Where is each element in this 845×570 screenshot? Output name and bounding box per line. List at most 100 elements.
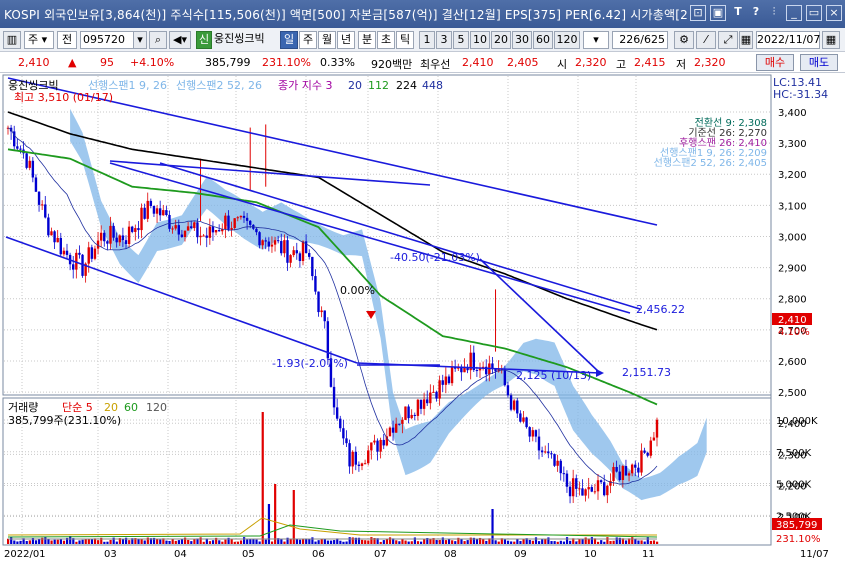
search-icon[interactable]: ⌕ — [149, 31, 167, 49]
volume-bar — [522, 539, 525, 544]
save-icon[interactable]: ▣ — [710, 5, 726, 21]
volume-bar — [208, 541, 212, 544]
sound-icon[interactable]: ◀▾ — [169, 31, 191, 49]
interval-input[interactable]: ▾ — [583, 31, 609, 49]
prev-button[interactable]: 전 — [57, 31, 77, 49]
candle-body — [335, 407, 339, 419]
volume-bar — [255, 539, 258, 544]
candle-body — [634, 464, 637, 468]
interval-60[interactable]: 60 — [533, 31, 553, 49]
interval-3[interactable]: 3 — [436, 31, 452, 49]
volume-bar — [97, 540, 100, 544]
stock-name: 웅진씽크빅 — [214, 32, 265, 45]
volume-bar — [444, 540, 448, 544]
candle-body — [31, 160, 35, 178]
high-price: 2,415 — [634, 56, 666, 69]
low-annotation: 2,125 (10/13) — [516, 369, 591, 382]
date-input[interactable]: 2022/11/07 — [756, 31, 820, 49]
x-tick-label: 06 — [312, 549, 325, 560]
x-tick-label: 08 — [444, 549, 457, 560]
candle-body — [59, 237, 62, 255]
volume-tag-text: 385,799 — [776, 520, 817, 531]
restore-icon[interactable]: ▭ — [806, 5, 822, 21]
draw-icon[interactable]: ⁄ — [696, 31, 716, 49]
font-icon[interactable]: T — [730, 5, 746, 21]
candle-body — [249, 220, 252, 225]
candle-body — [534, 430, 538, 437]
vol-tick-label: 10,000K — [776, 416, 818, 427]
sell-button[interactable]: 매도 — [800, 54, 838, 71]
candle-body — [512, 400, 516, 410]
candle-body — [550, 453, 553, 455]
volume-bar — [569, 540, 572, 544]
help-icon[interactable]: ? — [748, 5, 764, 21]
new-badge: 신 — [196, 31, 212, 49]
close-icon[interactable]: × — [826, 5, 842, 21]
price-bar: 2,410 ▲ 95 +4.10% 385,799 231.10% 0.33% … — [0, 52, 845, 73]
best-ask-price: 2,410 — [462, 56, 494, 69]
drop-annotation: -1.93(-2.07%) — [272, 357, 348, 370]
period-second[interactable]: 초 — [377, 31, 395, 49]
stock-chart[interactable]: 3,4003,3003,2003,1003,0002,9002,8002,700… — [0, 73, 845, 567]
candle-body — [93, 248, 97, 259]
title-bar: KOSPI 외국인보유[3,864(천)] 주식수[115,506(천)] 액면… — [0, 0, 845, 28]
volume-bar — [168, 540, 171, 544]
volume-bar — [590, 537, 593, 544]
candle-body — [519, 413, 522, 422]
candle-body — [121, 235, 125, 241]
zoom-icon[interactable]: ⤢ — [718, 31, 738, 49]
candle-body — [506, 385, 510, 396]
price-change-pct: +4.10% — [130, 56, 175, 69]
volume-bar — [485, 540, 488, 544]
candle-body — [370, 442, 373, 451]
pin-icon[interactable]: ⫶ — [766, 5, 782, 21]
interval-20[interactable]: 20 — [491, 31, 511, 49]
candle-body — [53, 231, 56, 243]
market-select[interactable]: 주 ▾ — [24, 31, 54, 49]
minimize-icon[interactable]: _ — [786, 5, 802, 21]
volume-bar — [13, 540, 16, 544]
period-minute[interactable]: 분 — [358, 31, 376, 49]
up-arrow-icon: ▲ — [68, 56, 77, 69]
candle-body — [509, 395, 513, 410]
calendar-icon[interactable]: ▦ — [739, 31, 753, 49]
candle-body — [283, 240, 286, 254]
period-day[interactable]: 일 — [280, 31, 298, 49]
stock-code-input[interactable]: 095720 — [80, 31, 134, 49]
period-tick[interactable]: 틱 — [396, 31, 414, 49]
candle-body — [413, 414, 416, 416]
volume-bar — [562, 541, 566, 544]
chart-type-icon[interactable]: ▥ — [3, 31, 21, 49]
window-icon[interactable]: ⊡ — [690, 5, 706, 21]
calendar-picker-icon[interactable]: ▦ — [822, 31, 840, 49]
candle-body — [295, 250, 298, 254]
period-year[interactable]: 년 — [337, 31, 355, 49]
volume-bar — [534, 537, 538, 544]
settings-icon[interactable]: ⚙ — [674, 31, 694, 49]
period-week[interactable]: 주 — [299, 31, 317, 49]
interval-30[interactable]: 30 — [512, 31, 532, 49]
volume-bar — [333, 540, 336, 544]
dropdown-icon[interactable]: ▾ — [133, 31, 147, 49]
chart-area[interactable]: 3,400 3,300 3,200 3,100 3,000 2,900 2,800 2,700… — [0, 73, 845, 567]
candle-body — [351, 451, 354, 467]
volume-bar — [538, 541, 541, 544]
interval-1[interactable]: 1 — [419, 31, 435, 49]
volume-bar — [519, 541, 522, 544]
volume-bar — [398, 541, 401, 544]
volume-bar — [656, 541, 659, 544]
interval-120[interactable]: 120 — [554, 31, 580, 49]
count-display[interactable]: 226/625 — [612, 31, 668, 49]
candle-body — [429, 392, 432, 404]
volume-bar — [156, 538, 159, 544]
candle-body — [239, 215, 243, 218]
buy-button[interactable]: 매수 — [756, 54, 794, 71]
candle-body — [72, 264, 75, 270]
volume-bar — [351, 537, 354, 544]
period-month[interactable]: 월 — [318, 31, 336, 49]
current-price: 2,410 — [18, 56, 50, 69]
interval-5[interactable]: 5 — [453, 31, 469, 49]
volume-bar — [640, 540, 643, 544]
interval-10[interactable]: 10 — [470, 31, 490, 49]
candle-body — [531, 430, 534, 437]
